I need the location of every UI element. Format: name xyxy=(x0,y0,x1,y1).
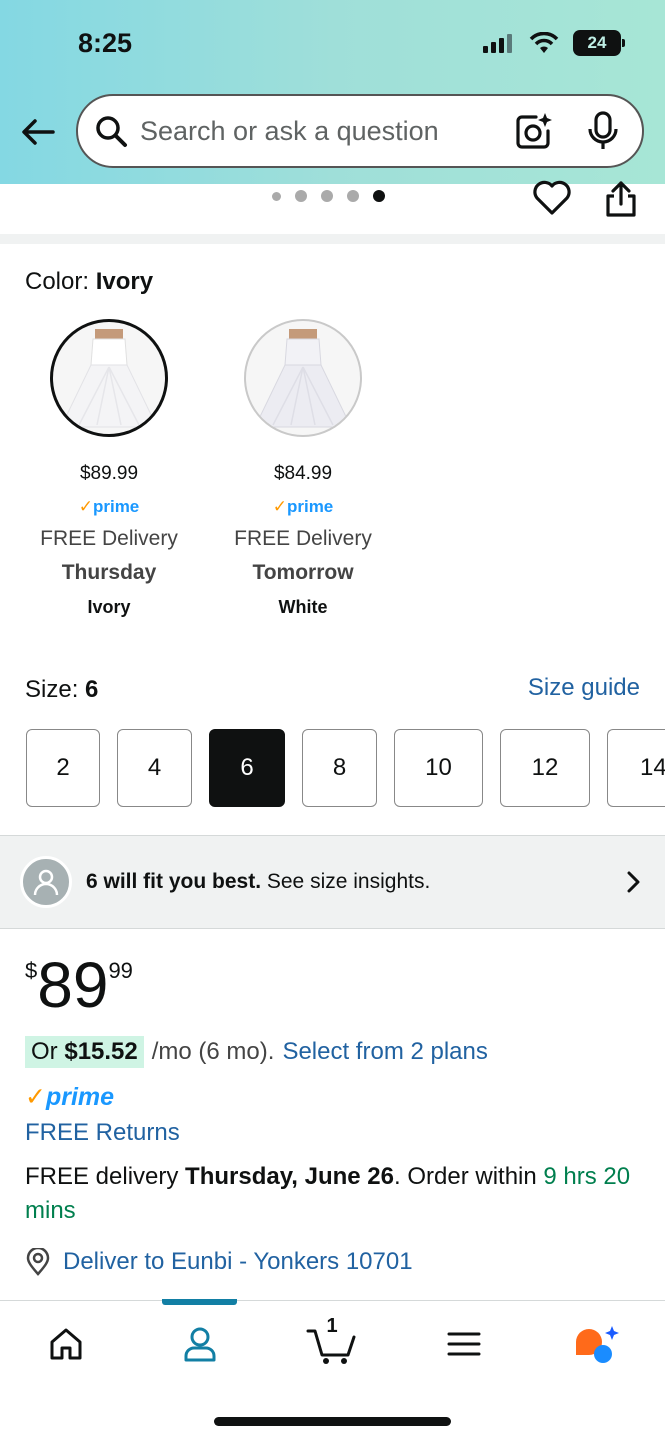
size-option[interactable]: 2 xyxy=(26,729,100,807)
dress-image xyxy=(254,329,352,428)
status-icons: 24 xyxy=(483,30,625,56)
product-price: $ 89 99 xyxy=(25,949,133,1021)
home-indicator xyxy=(214,1417,451,1426)
person-icon xyxy=(33,869,59,896)
cart-count-badge: 1 xyxy=(326,1315,338,1337)
wishlist-heart-icon[interactable] xyxy=(532,180,572,216)
signal-icon xyxy=(483,34,512,53)
swatch-delivery-day: Tomorrow xyxy=(252,561,354,584)
swatch-delivery: FREE Delivery xyxy=(234,527,372,550)
color-label: Color: Ivory xyxy=(25,268,154,295)
swatch-delivery: FREE Delivery xyxy=(40,527,178,550)
carousel-dot-active[interactable] xyxy=(373,190,385,202)
swatch-delivery-day: Thursday xyxy=(61,561,157,584)
back-arrow-icon xyxy=(22,119,55,145)
person-icon xyxy=(184,1327,216,1362)
bottom-nav: 1 xyxy=(0,1299,665,1440)
share-icon[interactable] xyxy=(603,180,639,218)
free-returns-link[interactable]: FREE Returns xyxy=(25,1119,180,1147)
search-bar[interactable]: Search or ask a question xyxy=(76,94,644,168)
avatar xyxy=(20,856,72,908)
nav-account[interactable] xyxy=(170,1321,230,1367)
section-divider xyxy=(0,234,665,244)
monthly-payment: Or $15.52 /mo (6 mo). Select from 2 plan… xyxy=(25,1036,488,1068)
home-icon xyxy=(50,1328,82,1360)
size-option[interactable]: 8 xyxy=(302,729,377,807)
delivery-info: FREE delivery Thursday, June 26. Order w… xyxy=(25,1163,631,1224)
selected-color: Ivory xyxy=(95,268,154,295)
status-time: 8:25 xyxy=(78,28,133,58)
back-button[interactable] xyxy=(18,112,58,152)
color-swatch-white[interactable]: $84.99 ✓prime FREE Delivery Tomorrow Whi… xyxy=(213,319,393,618)
selected-size: 6 xyxy=(85,676,99,703)
search-icon xyxy=(96,116,127,147)
prime-badge: ✓prime xyxy=(272,497,334,516)
swatch-color-name: Ivory xyxy=(87,597,131,617)
wifi-icon xyxy=(529,32,559,53)
select-plans-link[interactable]: Select from 2 plans xyxy=(282,1038,487,1066)
size-option[interactable]: 4 xyxy=(117,729,192,807)
monthly-amount-highlight: Or $15.52 xyxy=(25,1036,144,1068)
carousel-dot[interactable] xyxy=(272,191,281,201)
nav-home[interactable] xyxy=(36,1321,96,1367)
location-pin-icon xyxy=(26,1248,50,1276)
size-option[interactable]: 12 xyxy=(500,729,590,807)
search-input[interactable]: Search or ask a question xyxy=(140,116,514,147)
size-option-selected[interactable]: 6 xyxy=(209,729,285,807)
prime-badge: ✓prime xyxy=(78,497,140,516)
size-insights-bar[interactable]: 6 will fit you best. See size insights. xyxy=(0,835,665,929)
color-swatch-ivory[interactable]: $89.99 ✓prime FREE Delivery Thursday Ivo… xyxy=(19,319,199,618)
swatch-image xyxy=(244,319,362,437)
size-option[interactable]: 14 xyxy=(607,729,665,807)
deliver-to-link[interactable]: Deliver to Eunbi - Yonkers 10701 xyxy=(25,1248,413,1276)
battery-indicator: 24 xyxy=(573,30,625,56)
carousel-dot[interactable] xyxy=(347,190,359,202)
chevron-right-icon xyxy=(627,871,640,893)
nav-rufus-assistant[interactable] xyxy=(566,1321,626,1367)
size-label: Size: 6 xyxy=(25,676,99,703)
size-insight-text: 6 will fit you best. See size insights. xyxy=(86,870,431,893)
prime-logo: ✓prime xyxy=(25,1083,115,1111)
size-guide-link[interactable]: Size guide xyxy=(528,674,640,702)
swatch-price: $89.99 xyxy=(79,463,139,484)
size-option[interactable]: 10 xyxy=(394,729,483,807)
ai-assistant-icon xyxy=(576,1326,619,1363)
carousel-dots[interactable] xyxy=(272,190,385,202)
active-tab-indicator xyxy=(162,1299,237,1305)
hamburger-menu-icon xyxy=(447,1332,481,1356)
nav-menu[interactable] xyxy=(434,1321,494,1367)
microphone-icon[interactable] xyxy=(586,111,620,151)
carousel-dot[interactable] xyxy=(321,190,333,202)
camera-lens-icon[interactable] xyxy=(514,111,554,151)
carousel-dot[interactable] xyxy=(295,190,307,202)
dress-image xyxy=(60,329,158,428)
swatch-color-name: White xyxy=(278,597,328,617)
header: 8:25 24 Search or ask a question xyxy=(0,0,665,184)
swatch-price: $84.99 xyxy=(273,463,333,484)
swatch-image xyxy=(50,319,168,437)
